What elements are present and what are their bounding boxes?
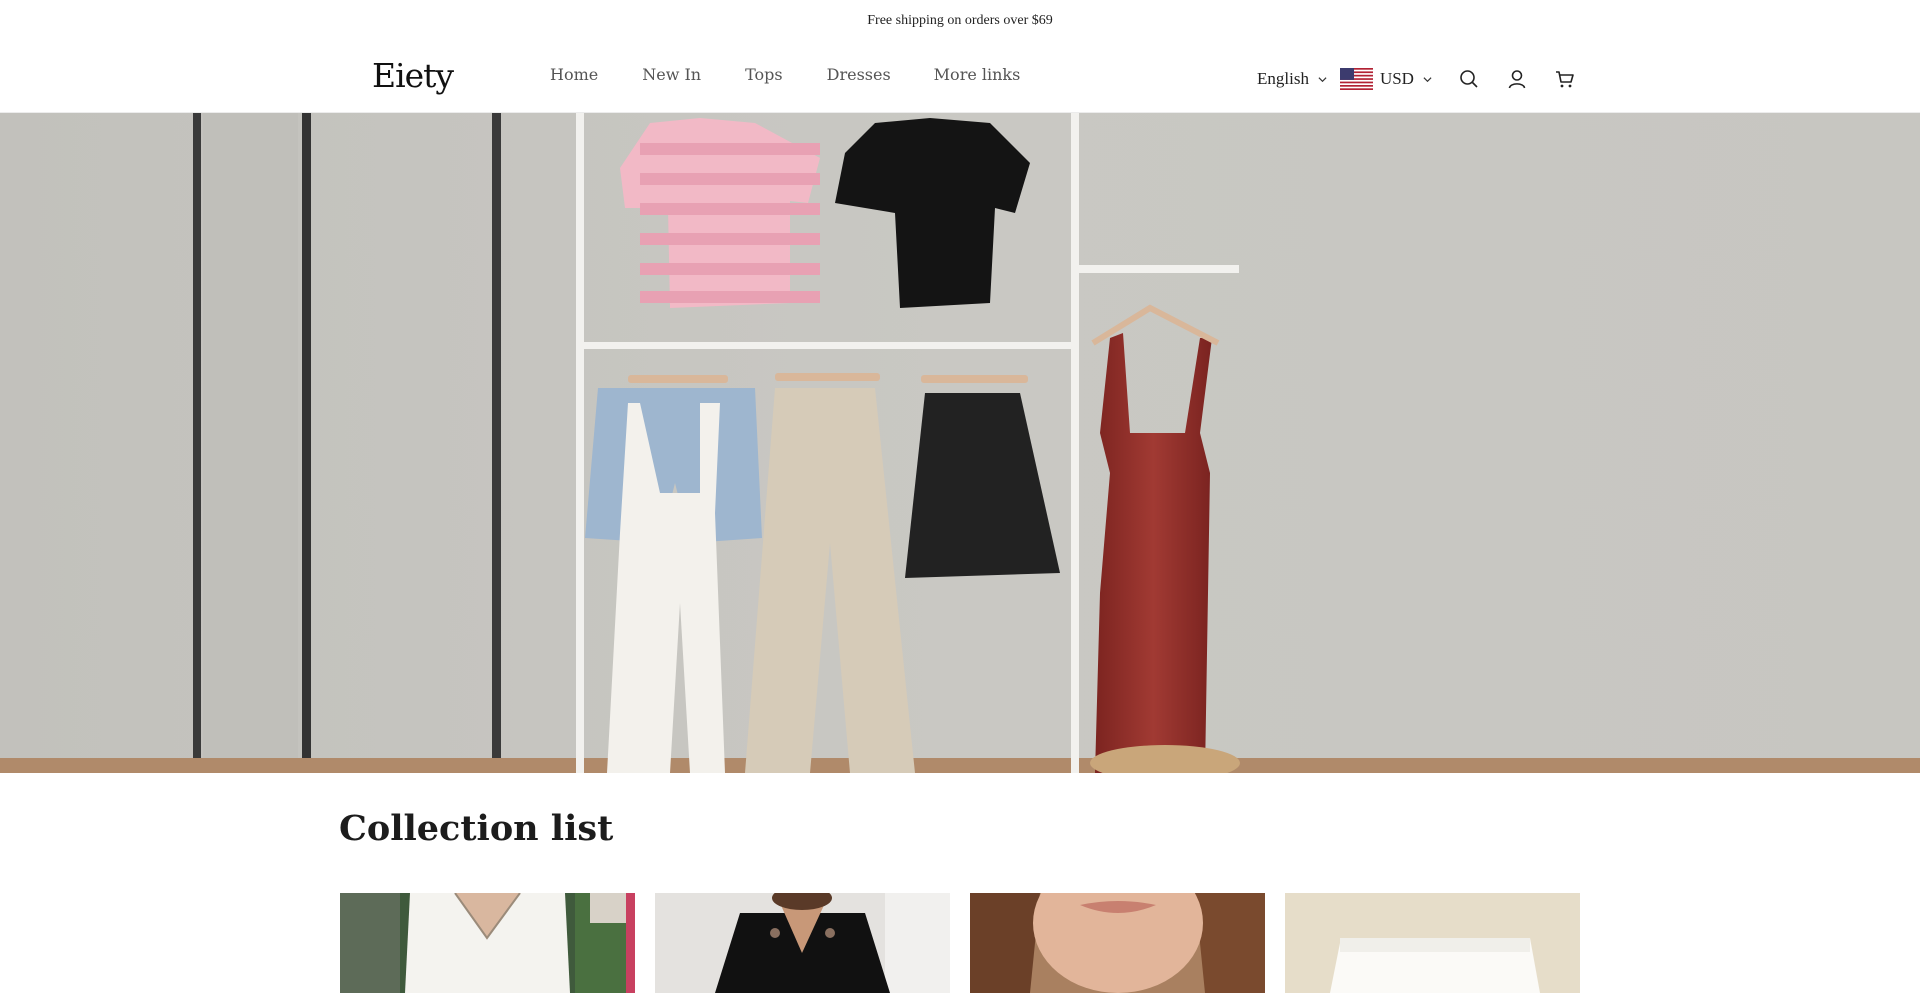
logo[interactable]: Eiety [372, 56, 454, 95]
collection-title: Collection list [339, 808, 614, 849]
collection-card[interactable] [970, 893, 1265, 993]
language-label: English [1257, 69, 1309, 88]
white-shorts-photo [1285, 893, 1580, 993]
nav-label: Tops [745, 65, 783, 84]
site-header: Eiety Home New In Tops Dresses More link… [0, 42, 1920, 113]
white-sleeveless-top-photo [340, 893, 635, 993]
nav-tops[interactable]: Tops [744, 65, 783, 84]
search-button[interactable] [1458, 68, 1480, 90]
nav-label: Dresses [826, 65, 891, 84]
nav-label: More links [933, 65, 1021, 84]
nav-home[interactable]: Home [550, 65, 598, 84]
account-button[interactable] [1506, 68, 1528, 90]
header-actions: English USD [1257, 64, 1576, 94]
main-nav: Home New In Tops Dresses More links [550, 65, 1063, 84]
nav-more-links[interactable]: More links [934, 65, 1021, 84]
hero-banner[interactable] [0, 113, 1920, 773]
announcement-text: Free shipping on orders over $69 [867, 13, 1053, 28]
us-flag-icon [1339, 68, 1373, 90]
hero-image [0, 113, 1920, 773]
collection-card[interactable] [1285, 893, 1580, 993]
collection-cards [340, 893, 1600, 993]
nav-label: New In [642, 65, 702, 84]
collection-card[interactable] [340, 893, 635, 993]
search-icon [1460, 70, 1478, 88]
cart-button[interactable] [1554, 68, 1576, 90]
chevron-down-icon [1318, 76, 1327, 82]
currency-selector[interactable]: USD [1339, 68, 1432, 90]
account-icon [1508, 70, 1526, 89]
collection-card[interactable] [655, 893, 950, 993]
woman-portrait-photo [970, 893, 1265, 993]
nav-label: Home [550, 65, 599, 84]
chevron-down-icon [1423, 76, 1432, 82]
announcement-bar: Free shipping on orders over $69 [0, 0, 1920, 42]
black-velvet-top-photo [655, 893, 950, 993]
currency-label: USD [1379, 69, 1414, 88]
nav-dresses[interactable]: Dresses [826, 65, 891, 84]
nav-new-in[interactable]: New In [641, 65, 701, 84]
cart-icon [1555, 71, 1574, 88]
language-selector[interactable]: English [1257, 69, 1327, 89]
